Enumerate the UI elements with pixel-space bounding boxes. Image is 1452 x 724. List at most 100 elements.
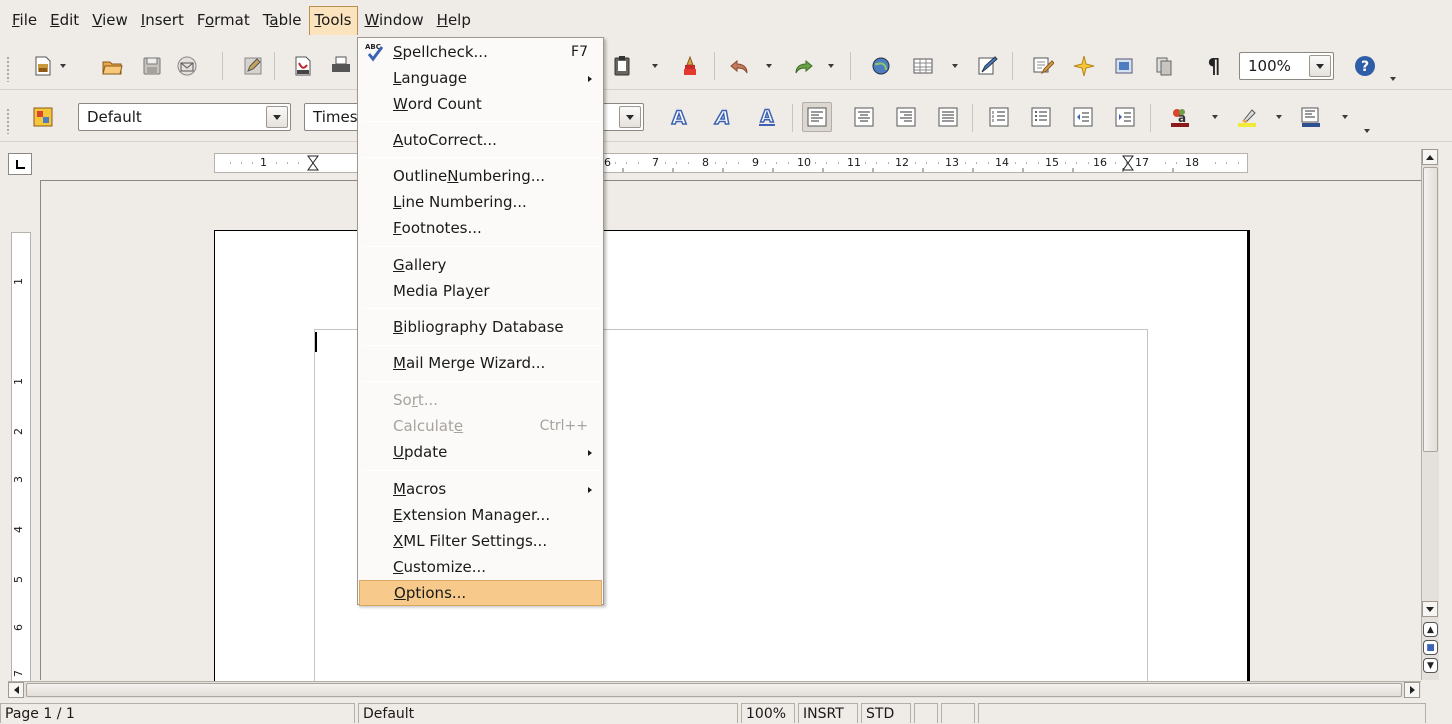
- menu-item-bibliography-database[interactable]: Bibliography Database: [359, 314, 602, 340]
- save-button[interactable]: [137, 51, 167, 81]
- menu-item-outline-numbering[interactable]: Outline Numbering...: [359, 163, 602, 189]
- paragraph-style-combo[interactable]: Default: [78, 103, 291, 131]
- toolbar-grip[interactable]: [6, 56, 10, 82]
- font-color-dropdown[interactable]: [1210, 102, 1220, 132]
- align-center-button[interactable]: [849, 102, 879, 132]
- redo-dropdown[interactable]: [826, 51, 836, 81]
- edit-file-button[interactable]: [238, 51, 268, 81]
- open-button[interactable]: [97, 51, 127, 81]
- vertical-scroll-thumb[interactable]: [1423, 167, 1438, 452]
- formatting-marks-button[interactable]: ¶: [1199, 51, 1229, 81]
- highlighting-button[interactable]: [1232, 102, 1262, 132]
- navigator-button[interactable]: [1069, 51, 1099, 81]
- new-document-dropdown[interactable]: [58, 51, 68, 81]
- show-draw-functions-button[interactable]: [972, 51, 1002, 81]
- gallery-button[interactable]: [1109, 51, 1139, 81]
- background-color-dropdown[interactable]: [1340, 102, 1350, 132]
- menu-item-autocorrect[interactable]: AutoCorrect...: [359, 127, 602, 153]
- menu-item-line-numbering[interactable]: Line Numbering...: [359, 189, 602, 215]
- status-page-style[interactable]: Default: [358, 703, 738, 723]
- scroll-down-button[interactable]: [1422, 601, 1438, 617]
- help-button[interactable]: ?: [1350, 51, 1380, 81]
- background-color-button[interactable]: [1296, 102, 1326, 132]
- export-pdf-button[interactable]: [288, 51, 318, 81]
- clone-formatting-button[interactable]: [675, 51, 705, 81]
- paste-button[interactable]: [607, 51, 637, 81]
- styles-formatting-button[interactable]: [28, 102, 58, 132]
- zoom-value: 100%: [1248, 57, 1291, 75]
- align-right-button[interactable]: [891, 102, 921, 132]
- zoom-combo[interactable]: 100%: [1239, 52, 1334, 80]
- tab-type-selector[interactable]: [8, 153, 32, 175]
- menu-item-xml-filter-settings[interactable]: X ML Filter Settings...: [359, 528, 602, 554]
- font-color-button[interactable]: a: [1165, 102, 1195, 132]
- previous-page-button[interactable]: ▲: [1423, 622, 1438, 637]
- undo-dropdown[interactable]: [764, 51, 774, 81]
- menu-item-footnotes[interactable]: Footnotes...: [359, 215, 602, 241]
- decrease-indent-button[interactable]: [1068, 102, 1098, 132]
- paste-dropdown[interactable]: [650, 51, 660, 81]
- font-name-dropdown-button[interactable]: [619, 106, 641, 128]
- scroll-up-button[interactable]: [1422, 149, 1438, 165]
- horizontal-scroll-thumb[interactable]: [26, 683, 1402, 697]
- vertical-scrollbar[interactable]: [1421, 149, 1439, 680]
- increase-indent-button[interactable]: [1110, 102, 1140, 132]
- menu-insert[interactable]: Insert: [135, 6, 190, 34]
- zoom-dropdown-button[interactable]: [1309, 55, 1331, 77]
- navigation-button[interactable]: ■: [1423, 640, 1438, 655]
- menu-item-extension-manager[interactable]: Extension Manager...: [359, 502, 602, 528]
- toolbar-grip[interactable]: [6, 108, 10, 134]
- menu-tools[interactable]: Tools: [308, 5, 358, 35]
- bullets-button[interactable]: [1026, 102, 1056, 132]
- toolbar-overflow-button[interactable]: [1362, 116, 1372, 146]
- bold-button[interactable]: A: [664, 102, 694, 132]
- hruler-label-18: 18: [1185, 156, 1199, 169]
- vertical-ruler[interactable]: 1 1 2 3 4 5 6 7: [11, 232, 31, 682]
- find-replace-button[interactable]: [1028, 51, 1058, 81]
- next-page-button[interactable]: ▼: [1423, 658, 1438, 673]
- status-digital-signature[interactable]: [941, 703, 975, 723]
- menu-item-macros[interactable]: Macros: [359, 476, 602, 502]
- menu-window[interactable]: Window: [359, 6, 430, 34]
- underline-button[interactable]: A: [752, 102, 782, 132]
- status-document-modified[interactable]: [914, 703, 938, 723]
- menu-format[interactable]: Format: [191, 6, 256, 34]
- print-button[interactable]: [326, 51, 356, 81]
- italic-button[interactable]: A: [708, 102, 738, 132]
- menu-help[interactable]: Help: [431, 6, 477, 34]
- status-page-number[interactable]: Page 1 / 1: [0, 703, 355, 723]
- menu-file[interactable]: File: [6, 6, 43, 34]
- horizontal-scrollbar[interactable]: [8, 681, 1421, 698]
- menu-item-gallery[interactable]: Gallery: [359, 252, 602, 278]
- status-selection-mode[interactable]: STD: [861, 703, 911, 723]
- menu-item-mail-merge-wizard[interactable]: Mail Merge Wizard...: [359, 350, 602, 376]
- align-left-button[interactable]: [802, 102, 832, 132]
- justify-button[interactable]: [933, 102, 963, 132]
- menu-item-language[interactable]: Language: [359, 65, 602, 91]
- menu-edit[interactable]: Edit: [44, 6, 85, 34]
- status-insert-mode[interactable]: INSRT: [798, 703, 858, 723]
- menu-item-customize[interactable]: Customize...: [359, 554, 602, 580]
- redo-button[interactable]: [788, 51, 818, 81]
- menu-item-word-count[interactable]: Word Count: [359, 91, 602, 117]
- menu-table[interactable]: Table: [257, 6, 308, 34]
- hyperlink-button[interactable]: [866, 51, 896, 81]
- paragraph-style-dropdown-button[interactable]: [266, 106, 288, 128]
- undo-button[interactable]: [725, 51, 755, 81]
- menu-item-options[interactable]: Options...: [359, 580, 602, 606]
- menu-view[interactable]: View: [86, 6, 134, 34]
- scroll-right-button[interactable]: [1404, 682, 1420, 698]
- status-zoom[interactable]: 100%: [741, 703, 795, 723]
- data-sources-button[interactable]: [1149, 51, 1179, 81]
- numbering-button[interactable]: [984, 102, 1014, 132]
- new-document-button[interactable]: [28, 51, 58, 81]
- toolbar-overflow-button[interactable]: [1388, 64, 1398, 94]
- menu-item-media-player[interactable]: Media Pla y er: [359, 278, 602, 304]
- menu-item-spellcheck[interactable]: ABC Spellcheck... F7: [359, 39, 602, 65]
- menu-item-update[interactable]: Update: [359, 439, 602, 465]
- scroll-left-button[interactable]: [8, 682, 24, 698]
- highlighting-dropdown[interactable]: [1274, 102, 1284, 132]
- table-button[interactable]: [908, 51, 938, 81]
- table-dropdown[interactable]: [950, 51, 960, 81]
- email-button[interactable]: [172, 51, 202, 81]
